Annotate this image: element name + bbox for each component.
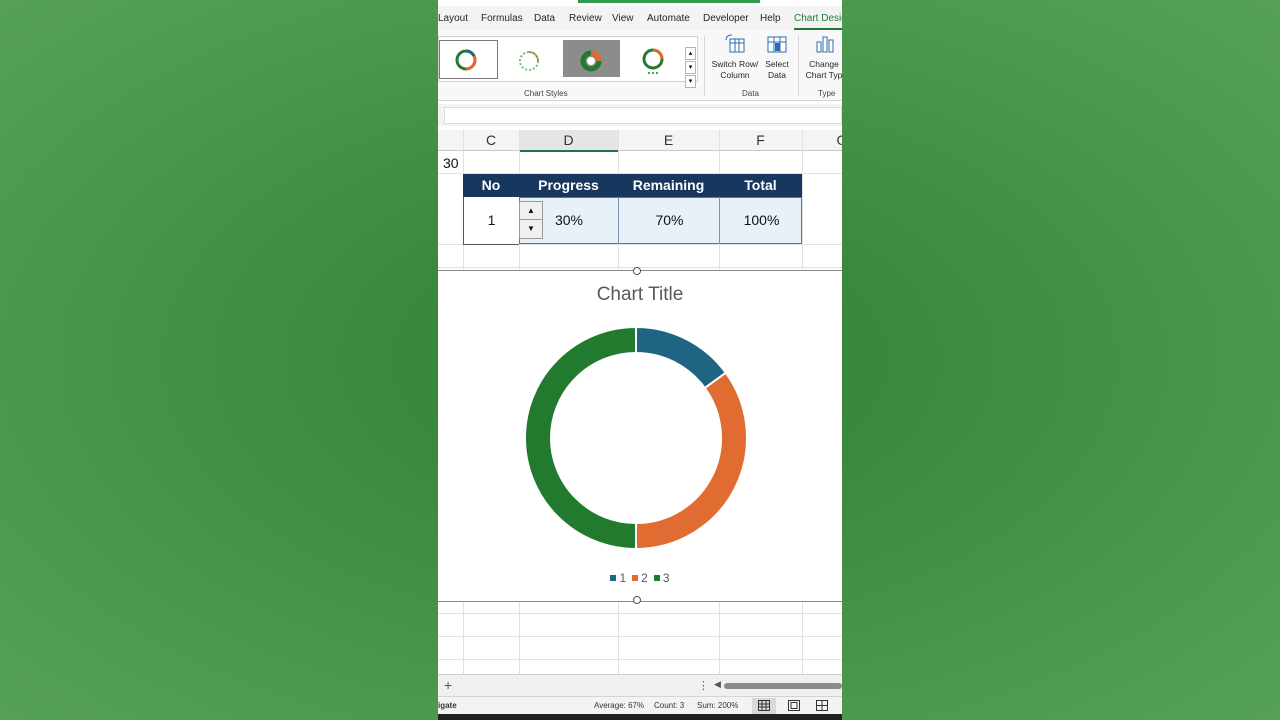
sheet-tab-bar: + ⋮ ◀ xyxy=(438,674,842,697)
status-sum[interactable]: Sum: 200% xyxy=(697,701,738,710)
more-options-icon[interactable]: ⋮ xyxy=(698,679,709,692)
spin-up-icon[interactable]: ▲ xyxy=(520,202,542,220)
chart-style-thumb-2[interactable] xyxy=(501,40,558,77)
title-accent-bar xyxy=(578,0,760,3)
tab-developer[interactable]: Developer xyxy=(703,13,749,24)
status-average[interactable]: Average: 67% xyxy=(594,701,644,710)
select-data-label-1: Select xyxy=(765,59,789,69)
table-header-remaining[interactable]: Remaining xyxy=(618,174,719,197)
status-bar: igate Average: 67% Count: 3 Sum: 200% xyxy=(438,696,842,715)
table-cell-remaining[interactable]: 70% xyxy=(618,197,720,244)
grid-line xyxy=(438,636,842,637)
progress-spin-button[interactable]: ▲ ▼ xyxy=(519,201,543,239)
legend-swatch xyxy=(653,575,660,581)
group-label-data: Data xyxy=(742,89,759,98)
horizontal-scrollbar[interactable] xyxy=(724,683,842,689)
tab-data[interactable]: Data xyxy=(534,13,555,24)
excel-window: Layout Formulas Data Review View Automat… xyxy=(438,0,842,720)
donut-slice-1[interactable] xyxy=(635,325,728,390)
cell-value-30[interactable]: 30 xyxy=(443,155,459,171)
legend-swatch xyxy=(632,575,639,581)
column-header-c[interactable]: C xyxy=(463,132,519,148)
page-break-icon[interactable] xyxy=(816,700,828,711)
ribbon-separator xyxy=(704,36,705,96)
tab-review[interactable]: Review xyxy=(569,13,602,24)
gallery-down-icon[interactable]: ▾ xyxy=(685,61,696,74)
switch-row-column-label-2: Column xyxy=(720,70,750,80)
table-cell-no[interactable]: 1 xyxy=(463,197,519,245)
column-headers: C D E F G xyxy=(438,130,842,152)
tab-formulas[interactable]: Formulas xyxy=(481,13,523,24)
table-cell-total[interactable]: 100% xyxy=(719,197,803,244)
grid-line xyxy=(438,659,842,660)
switch-row-column-label-1: Switch Row/ xyxy=(711,59,759,69)
change-chart-type-button[interactable]: Change Chart Typ xyxy=(802,34,842,81)
formula-input[interactable] xyxy=(444,107,842,124)
doughnut-chart xyxy=(524,325,748,551)
group-label-type: Type xyxy=(818,89,836,98)
legend-item-1[interactable]: 1 xyxy=(610,571,626,585)
column-header-e[interactable]: E xyxy=(618,132,719,148)
chart-resize-handle-bottom[interactable] xyxy=(633,596,641,604)
chart-title[interactable]: Chart Title xyxy=(438,284,842,306)
legend-label: 3 xyxy=(662,571,670,585)
select-data-label-2: Data xyxy=(768,70,786,80)
donut-slice-3[interactable] xyxy=(524,325,637,551)
chart-area[interactable]: Chart Title 123 xyxy=(438,267,842,604)
spin-down-icon[interactable]: ▼ xyxy=(520,220,542,237)
column-header-d[interactable]: D xyxy=(519,130,618,152)
column-header-g[interactable]: G xyxy=(802,132,842,148)
table-cell-progress[interactable]: 30% xyxy=(538,197,600,244)
gallery-up-icon[interactable]: ▴ xyxy=(685,47,696,60)
chart-legend[interactable]: 123 xyxy=(438,571,842,585)
table-header-progress[interactable]: Progress xyxy=(519,174,618,197)
ribbon-body: ▴ ▾ ▾ Chart Styles Switch Row/ Column Se… xyxy=(438,30,842,101)
tab-view[interactable]: View xyxy=(612,13,634,24)
change-chart-type-label-1: Change xyxy=(809,59,839,69)
group-label-chart-styles: Chart Styles xyxy=(524,89,568,98)
formula-bar xyxy=(438,104,842,126)
ribbon-tabs: Layout Formulas Data Review View Automat… xyxy=(438,6,842,30)
select-data-icon xyxy=(767,36,787,53)
ribbon-separator-2 xyxy=(798,36,799,96)
tab-automate[interactable]: Automate xyxy=(647,13,690,24)
chart-style-thumb-4[interactable] xyxy=(625,40,682,77)
tab-help[interactable]: Help xyxy=(760,13,781,24)
scroll-left-icon[interactable]: ◀ xyxy=(714,679,721,690)
legend-swatch xyxy=(610,575,617,581)
chart-style-thumb-3[interactable] xyxy=(563,40,620,77)
normal-view-icon xyxy=(758,700,770,711)
switch-row-column-button[interactable]: Switch Row/ Column xyxy=(708,34,762,81)
legend-label: 1 xyxy=(619,571,627,585)
donut-slice-2[interactable] xyxy=(635,371,748,551)
column-header-f[interactable]: F xyxy=(719,132,802,148)
change-chart-type-icon xyxy=(816,36,834,53)
chart-style-thumb-1[interactable] xyxy=(439,40,498,79)
chart-styles-gallery: ▴ ▾ ▾ xyxy=(438,36,698,88)
legend-item-3[interactable]: 3 xyxy=(653,571,670,585)
tab-chart-design[interactable]: Chart Desig xyxy=(794,13,842,24)
page-layout-icon[interactable] xyxy=(788,700,800,711)
legend-label: 2 xyxy=(641,571,648,585)
status-count[interactable]: Count: 3 xyxy=(654,701,684,710)
switch-row-column-icon xyxy=(725,34,745,53)
grid-line xyxy=(438,613,842,614)
select-data-button[interactable]: Select Data xyxy=(762,34,792,81)
add-sheet-icon[interactable]: + xyxy=(444,677,452,693)
gallery-scroll[interactable]: ▴ ▾ ▾ xyxy=(685,47,696,88)
tab-layout[interactable]: Layout xyxy=(438,13,468,24)
change-chart-type-label-2: Chart Typ xyxy=(805,70,842,80)
legend-item-2[interactable]: 2 xyxy=(632,571,648,585)
status-mode: igate xyxy=(438,701,457,710)
table-header-total[interactable]: Total xyxy=(719,174,802,197)
taskbar-strip xyxy=(438,714,842,720)
table-header-no[interactable]: No xyxy=(463,174,519,197)
gallery-more-icon[interactable]: ▾ xyxy=(685,75,696,88)
chart-resize-handle-top[interactable] xyxy=(633,267,641,275)
